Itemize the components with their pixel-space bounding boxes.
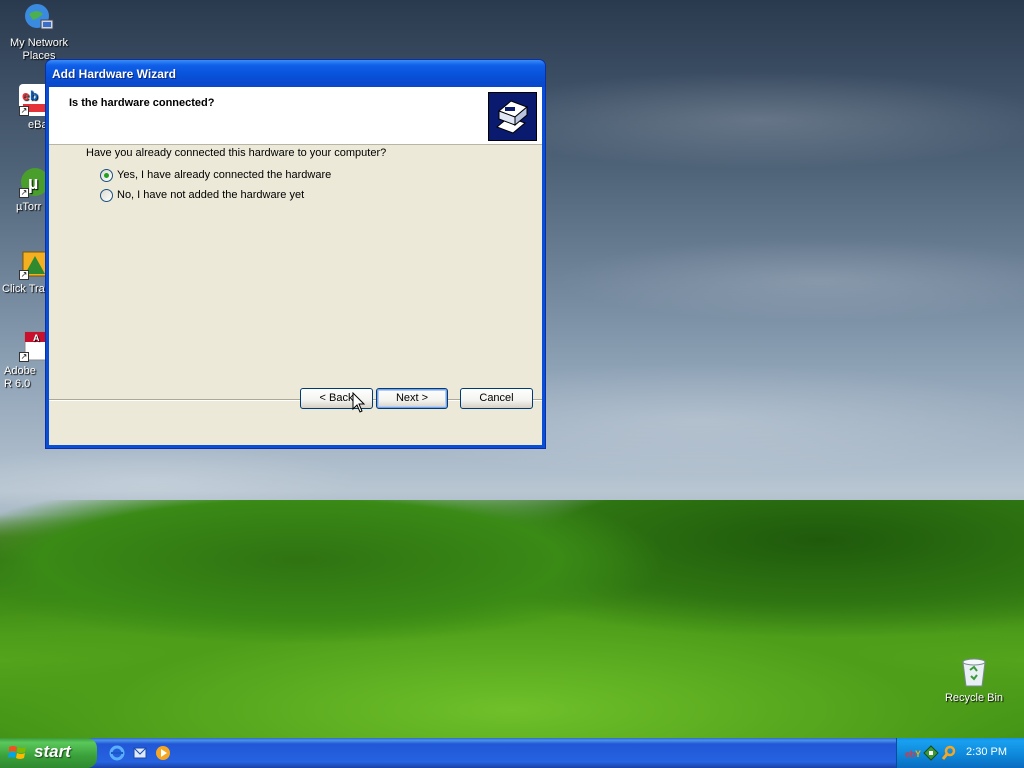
add-hardware-wizard-window[interactable]: Add Hardware Wizard Is the hardware conn… — [45, 59, 546, 449]
recycle-bin-label: Recycle Bin — [944, 692, 1004, 704]
svg-text:b: b — [30, 88, 38, 103]
radio-button-selected[interactable] — [100, 168, 113, 182]
hardware-wizard-icon — [488, 92, 537, 141]
taskbar: start eb Y 2:30 PM — [0, 738, 1024, 768]
internet-explorer-icon[interactable] — [109, 745, 125, 761]
system-tray: eb Y 2:30 PM — [896, 738, 1024, 768]
svg-text:A: A — [33, 333, 40, 343]
window-titlebar[interactable]: Add Hardware Wizard — [46, 60, 545, 87]
windows-flag-icon — [8, 746, 26, 759]
ebay-tray-icon[interactable]: eb Y — [905, 745, 921, 761]
wizard-page-title: Is the hardware connected? — [69, 97, 215, 109]
question-label: Have you already connected this hardware… — [86, 147, 387, 159]
svg-text:e: e — [22, 88, 29, 103]
next-button[interactable]: Next > — [376, 388, 448, 409]
cancel-button[interactable]: Cancel — [460, 388, 533, 409]
search-tray-icon[interactable] — [941, 745, 957, 761]
wallpaper-hills — [0, 500, 1024, 740]
option-label[interactable]: Yes, I have already connected the hardwa… — [117, 169, 331, 181]
shortcut-arrow-icon: ↗ — [19, 352, 29, 362]
option-label[interactable]: No, I have not added the hardware yet — [117, 189, 304, 201]
media-player-icon[interactable] — [155, 745, 171, 761]
wizard-header: Is the hardware connected? — [49, 87, 542, 145]
clock[interactable]: 2:30 PM — [966, 746, 1007, 758]
shortcut-arrow-icon: ↗ — [19, 106, 29, 116]
network-tray-icon[interactable] — [923, 745, 939, 761]
option-yes-connected[interactable]: Yes, I have already connected the hardwa… — [100, 165, 535, 185]
mouse-cursor-icon — [352, 392, 366, 413]
start-button[interactable]: start — [0, 738, 97, 768]
start-label: start — [34, 742, 71, 761]
recycle-bin-icon — [959, 656, 989, 688]
shortcut-arrow-icon: ↗ — [19, 188, 29, 198]
svg-text:µ: µ — [28, 173, 38, 193]
option-no-not-added[interactable]: No, I have not added the hardware yet — [100, 185, 535, 205]
shortcut-arrow-icon: ↗ — [19, 270, 29, 280]
wizard-content: Have you already connected this hardware… — [86, 147, 535, 205]
radio-button[interactable] — [100, 188, 113, 202]
network-places-icon — [23, 2, 55, 34]
desktop-icon-network-places[interactable]: My Network Places — [0, 2, 78, 63]
desktop-icon-label: Adobe R 6.0 — [4, 365, 36, 390]
desktop-icon-recycle-bin[interactable]: Recycle Bin — [936, 656, 1012, 704]
svg-text:Y: Y — [915, 749, 921, 759]
outlook-express-icon[interactable] — [132, 745, 148, 761]
